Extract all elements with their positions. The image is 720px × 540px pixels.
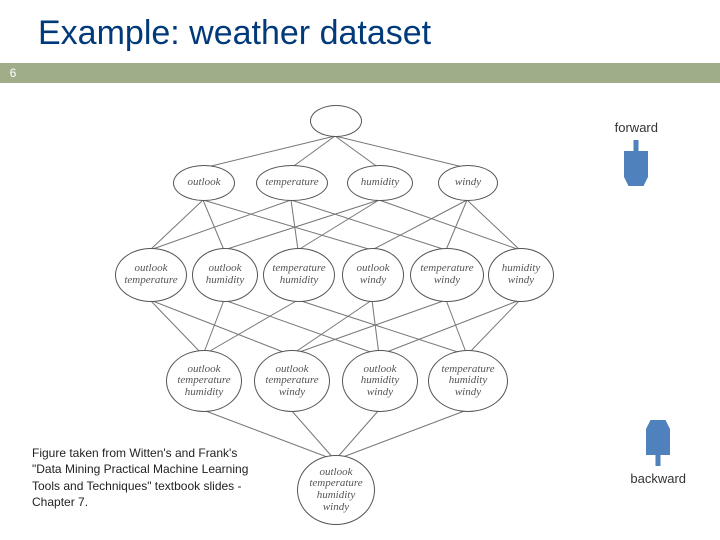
node-temperature-humidity: temperaturehumidity [263,248,335,302]
node-outlook-temperature: outlooktemperature [115,248,187,302]
slide-title: Example: weather dataset [0,0,720,63]
figure-caption: Figure taken from Witten's and Frank's "… [32,445,252,510]
node-outlook: outlook [173,165,235,201]
forward-label: forward [615,120,658,135]
page-number: 6 [0,63,26,83]
backward-arrow-group: backward [630,420,686,486]
accent-band: 6 [0,63,720,83]
node-outlook-temperature-windy: outlooktemperaturewindy [254,350,330,412]
node-humidity: humidity [347,165,413,201]
node-temperature-humidity-windy: temperaturehumiditywindy [428,350,508,412]
forward-arrow-group: forward [615,120,658,186]
node-temperature-windy: temperaturewindy [410,248,484,302]
node-root [310,105,362,137]
arrow-up-icon [646,420,670,468]
node-outlook-humidity: outlookhumidity [192,248,258,302]
node-temperature: temperature [256,165,328,201]
node-outlook-windy: outlookwindy [342,248,404,302]
node-windy: windy [438,165,498,201]
backward-label: backward [630,471,686,486]
node-all: outlooktemperaturehumiditywindy [297,455,375,525]
node-outlook-temperature-humidity: outlooktemperaturehumidity [166,350,242,412]
node-outlook-humidity-windy: outlookhumiditywindy [342,350,418,412]
arrow-down-icon [624,138,648,186]
node-humidity-windy: humiditywindy [488,248,554,302]
